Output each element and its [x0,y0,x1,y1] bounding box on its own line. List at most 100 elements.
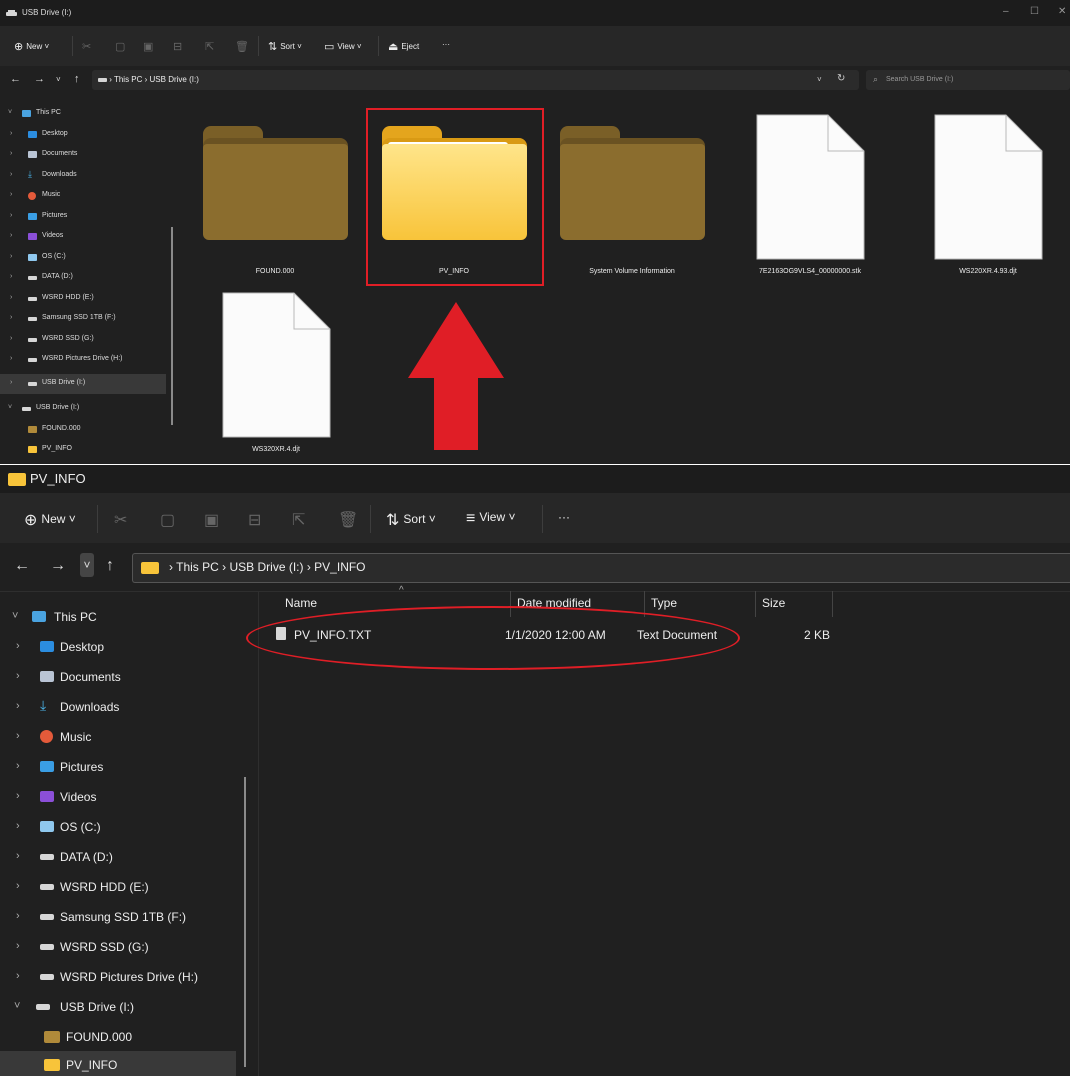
share-button[interactable]: ⇱ [292,510,309,530]
sidebar-scrollbar[interactable] [244,777,246,1067]
breadcrumb-usb-drive[interactable]: USB Drive (I:) [150,75,199,84]
sidebar-item-wsrd-hdd-e[interactable]: › WSRD HDD (E:) [0,289,166,309]
sidebar-item-documents[interactable]: › Documents [0,663,236,691]
sidebar-item-documents[interactable]: › Documents [0,145,166,165]
sidebar-item-pv-info[interactable]: PV_INFO [0,440,166,460]
sidebar-item-samsung-ssd-f[interactable]: › Samsung SSD 1TB (F:) [0,903,236,931]
copy-button[interactable]: ▢ [115,40,128,53]
sidebar-item-this-pc[interactable]: ˅ This PC [0,104,166,124]
sidebar-item-music[interactable]: › Music [0,186,166,206]
view-button[interactable]: ▭ View ˅ [324,40,362,53]
refresh-icon[interactable]: ↻ [837,73,845,84]
sidebar-item-data-d[interactable]: › DATA (D:) [0,843,236,871]
title-bar[interactable]: USB Drive (I:) – ☐ ✕ [0,0,1070,26]
sidebar-item-downloads[interactable]: › ⤓ Downloads [0,166,166,186]
file-tile-stk[interactable]: 7E2163OG9VLS4_00000000.stk [730,112,890,278]
paste-button[interactable]: ▣ [204,510,223,530]
sidebar-item-pictures[interactable]: › Pictures [0,207,166,227]
close-button[interactable]: ✕ [1058,6,1066,17]
title-bar[interactable]: PV_INFO [0,465,1070,493]
pane-divider [258,591,259,1076]
sidebar-item-wsrd-pictures-h[interactable]: › WSRD Pictures Drive (H:) [0,963,236,991]
view-button[interactable]: ≡ View ˅ [466,510,515,528]
column-header-size[interactable]: Size [762,596,785,610]
file-tile-ws220xr[interactable]: WS220XR.4.93.djt [908,112,1068,278]
sidebar-item-usb-drive-i-expanded[interactable]: ˅ USB Drive (I:) [0,399,166,419]
copy-button[interactable]: ▢ [160,510,179,530]
downloads-icon: ⤓ [28,169,32,179]
sidebar-item-wsrd-ssd-g[interactable]: › WSRD SSD (G:) [0,330,166,350]
maximize-button[interactable]: ☐ [1030,6,1039,17]
sidebar-item-usb-drive-i[interactable]: › USB Drive (I:) [0,374,166,394]
sidebar-item-videos[interactable]: › Videos [0,227,166,247]
sidebar-item-found-000[interactable]: FOUND.000 [0,1023,236,1051]
more-options-button[interactable]: ··· [558,510,570,524]
drive-icon [40,974,54,980]
sidebar-item-this-pc[interactable]: ˅ This PC [0,603,236,631]
sidebar-item-downloads[interactable]: › ⤓ Downloads [0,693,236,721]
back-arrow-icon[interactable]: ← [10,73,21,85]
cut-button[interactable]: ✂ [82,40,94,53]
column-header-type[interactable]: Type [651,596,677,610]
sort-button[interactable]: ⇅ Sort ˅ [386,510,436,530]
delete-button[interactable]: 🗑 [235,40,252,53]
sidebar-item-os-c[interactable]: › OS (C:) [0,248,166,268]
chevron-right-icon: › [10,379,13,386]
up-arrow-icon[interactable]: ↑ [106,557,114,575]
file-tile-ws320xr[interactable]: WS320XR.4.djt [196,290,356,456]
column-separator[interactable] [755,591,756,617]
column-header-name[interactable]: Name [285,596,317,610]
chevron-right-icon: › [10,253,13,260]
sidebar-item-wsrd-pictures-h[interactable]: › WSRD Pictures Drive (H:) [0,350,166,370]
pc-icon [22,110,31,117]
back-arrow-icon[interactable]: ← [14,557,30,575]
sidebar-item-music[interactable]: › Music [0,723,236,751]
documents-icon [40,671,54,682]
share-button[interactable]: ⇱ [205,40,217,53]
cut-button[interactable]: ✂ [114,510,131,530]
rename-button[interactable]: ⊟ [248,510,265,530]
address-dropdown-icon[interactable]: ˅ [817,75,822,84]
paste-button[interactable]: ▣ [143,40,156,53]
address-bar[interactable]: › This PC › USB Drive (I:) › PV_INFO [132,553,1070,583]
sidebar-item-videos[interactable]: › Videos [0,783,236,811]
sidebar-item-os-c[interactable]: › OS (C:) [0,813,236,841]
breadcrumb-pv-info[interactable]: PV_INFO [314,560,365,574]
sidebar-item-samsung-ssd-f[interactable]: › Samsung SSD 1TB (F:) [0,309,166,329]
pc-icon [32,611,46,622]
breadcrumb-this-pc[interactable]: This PC [114,75,142,84]
sidebar-item-desktop[interactable]: › Desktop [0,633,236,661]
search-box[interactable]: ⌕ Search USB Drive (I:) [866,70,1070,90]
navigation-bar: ← → ˅ ↑ › This PC › USB Drive (I:) ˅ ↻ ⌕… [0,66,1070,94]
new-button[interactable]: ⊕ New ˅ [14,40,49,53]
rename-button[interactable]: ⊟ [173,40,185,53]
forward-arrow-icon[interactable]: → [50,557,66,575]
breadcrumb-this-pc[interactable]: This PC [176,560,219,574]
eject-button[interactable]: ⏏ Eject [388,40,419,53]
sidebar-item-pv-info[interactable]: PV_INFO [0,1051,236,1076]
folder-tile-found-000[interactable]: FOUND.000 [195,118,355,278]
address-bar[interactable]: › This PC › USB Drive (I:) ˅ ↻ [92,70,859,90]
sort-button[interactable]: ⇅ Sort ˅ [268,40,302,53]
minimize-button[interactable]: – [1003,6,1009,17]
item-name: FOUND.000 [255,268,295,275]
folder-tile-system-volume-information[interactable]: System Volume Information [552,118,712,278]
sidebar-item-usb-drive-i[interactable]: ˅ USB Drive (I:) [0,993,236,1021]
forward-arrow-icon[interactable]: → [34,73,45,85]
view-icon: ≡ [466,510,476,527]
sidebar-item-pictures[interactable]: › Pictures [0,753,236,781]
breadcrumb-usb-drive[interactable]: USB Drive (I:) [229,560,303,574]
up-arrow-icon[interactable]: ↑ [74,73,80,85]
sidebar-item-found-000[interactable]: FOUND.000 [0,420,166,440]
sidebar-item-desktop[interactable]: › Desktop [0,125,166,145]
new-button[interactable]: ⊕ New ˅ [24,510,76,530]
more-options-button[interactable]: ··· [442,40,450,49]
sidebar-item-wsrd-ssd-g[interactable]: › WSRD SSD (G:) [0,933,236,961]
recent-locations-chevron-icon[interactable]: ˅ [56,75,61,84]
column-separator[interactable] [832,591,833,617]
sidebar-item-wsrd-hdd-e[interactable]: › WSRD HDD (E:) [0,873,236,901]
recent-locations-chevron-icon[interactable]: ˅ [80,553,94,577]
delete-button[interactable]: 🗑 [338,510,362,530]
sidebar-scrollbar[interactable] [171,227,173,425]
sidebar-item-data-d[interactable]: › DATA (D:) [0,268,166,288]
